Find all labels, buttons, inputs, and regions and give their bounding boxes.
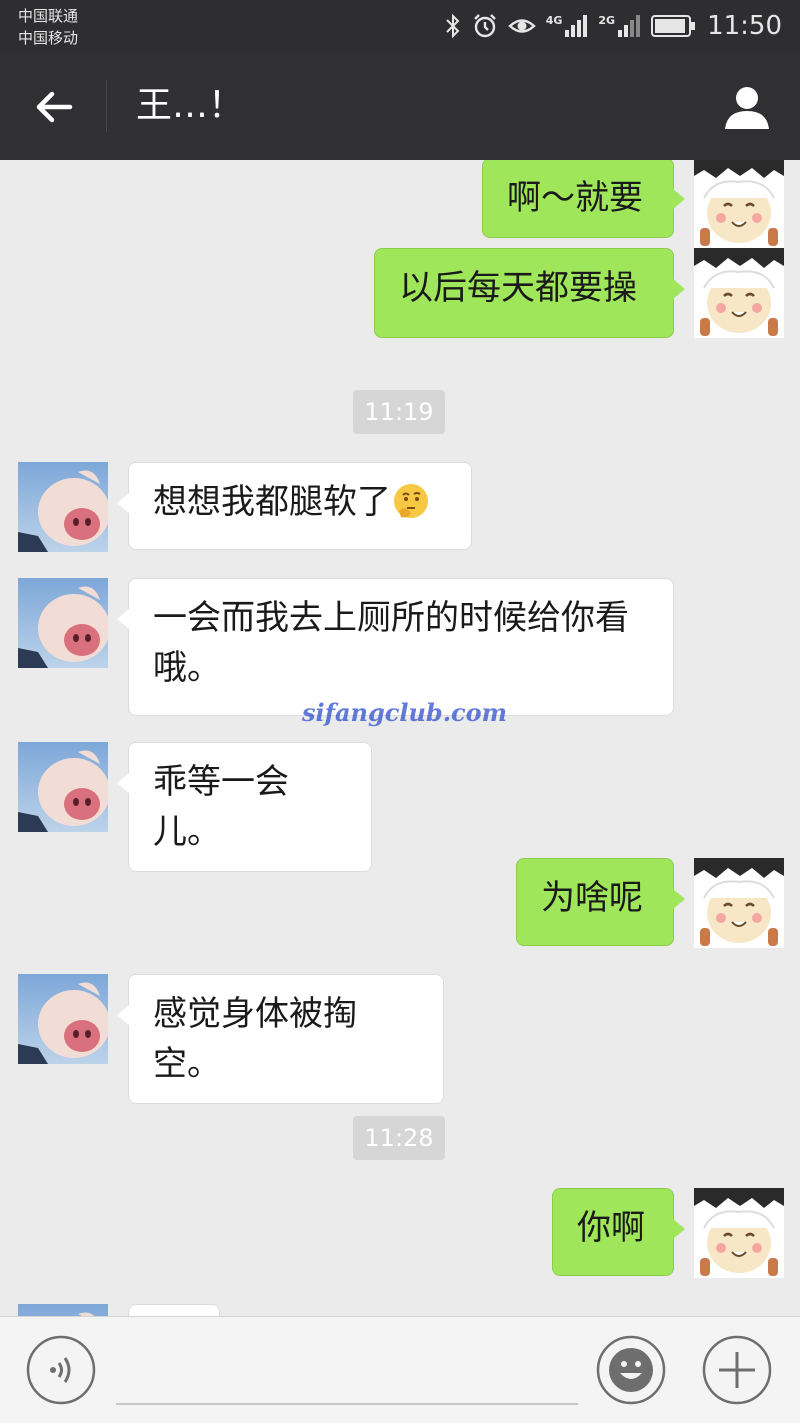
message-text: 啊～就要 — [507, 178, 643, 218]
clock-time: 11:50 — [707, 11, 782, 41]
message-text: 乖等一会儿。 — [153, 762, 289, 852]
message-input[interactable] — [116, 1337, 578, 1405]
network-1-label: 4G — [545, 14, 563, 27]
carrier-1-label: 中国联通 — [18, 7, 79, 25]
voice-icon — [26, 1335, 96, 1405]
emoji-button[interactable] — [596, 1335, 666, 1405]
pig-avatar[interactable] — [18, 742, 108, 832]
alarm-icon — [472, 13, 498, 39]
sheep-avatar[interactable] — [694, 248, 784, 338]
sheep-avatar[interactable] — [694, 858, 784, 948]
eye-icon — [507, 15, 536, 37]
header-divider — [106, 80, 107, 132]
emoji-icon — [596, 1335, 666, 1405]
sent-message-bubble[interactable]: 你啊 — [552, 1188, 685, 1276]
received-message-bubble[interactable] — [128, 1304, 220, 1316]
message-text: 你啊 — [577, 1208, 645, 1248]
back-button[interactable] — [30, 82, 80, 132]
received-message-bubble[interactable]: 感觉身体被掏空。 — [117, 974, 444, 1104]
watermark-text: sifangclub.com — [302, 698, 508, 727]
sent-message-bubble[interactable]: 啊～就要 — [482, 160, 685, 238]
message-text: 感觉身体被掏空。 — [153, 994, 357, 1084]
received-message-bubble[interactable]: 一会而我去上厕所的时候给你看哦。 — [117, 578, 674, 716]
carrier-info: 中国联通 中国移动 — [18, 5, 78, 49]
received-message-bubble[interactable]: 乖等一会儿。 — [117, 742, 372, 872]
timestamp-divider: 11:19 — [353, 390, 445, 434]
status-bar: 中国联通 中国移动 4G 2G 11:50 — [0, 0, 800, 52]
message-list[interactable]: 啊～就要以后每天都要操 11:19 想想我都腿软了一会而我去上厕所的时候给你看哦。乖… — [0, 160, 800, 1316]
message-text: 一会而我去上厕所的时候给你看哦。 — [153, 598, 629, 688]
battery-icon — [651, 14, 697, 38]
bluetooth-icon — [444, 12, 462, 40]
sheep-avatar[interactable] — [694, 1188, 784, 1278]
sheep-avatar[interactable] — [694, 160, 784, 248]
received-message-bubble[interactable]: 想想我都腿软了 — [117, 462, 472, 550]
person-icon — [725, 87, 769, 129]
plus-icon — [702, 1335, 772, 1405]
chat-title: 王…！ — [136, 85, 245, 126]
chat-header: 王…！ — [0, 52, 800, 160]
more-options-button[interactable] — [702, 1335, 772, 1405]
contact-profile-button[interactable] — [722, 82, 772, 132]
message-text: 为啥呢 — [541, 878, 643, 918]
status-icons: 4G 2G 11:50 — [444, 8, 782, 44]
thinking-emoji — [391, 482, 431, 522]
signal-2g-icon: 2G — [598, 14, 641, 38]
input-bar — [0, 1316, 800, 1423]
pig-avatar[interactable] — [18, 974, 108, 1064]
back-arrow-icon — [36, 91, 73, 123]
carrier-2-label: 中国移动 — [18, 29, 79, 47]
message-text: 以后每天都要操 — [399, 268, 637, 308]
timestamp-divider: 11:28 — [353, 1116, 445, 1160]
network-2-label: 2G — [598, 14, 616, 27]
pig-avatar[interactable] — [18, 462, 108, 552]
signal-4g-icon: 4G — [546, 14, 589, 38]
pig-avatar[interactable] — [18, 578, 108, 668]
pig-avatar[interactable] — [18, 1304, 108, 1316]
sent-message-bubble[interactable]: 以后每天都要操 — [374, 248, 685, 338]
message-text: 想想我都腿软了 — [153, 482, 391, 522]
voice-input-button[interactable] — [26, 1335, 96, 1405]
sent-message-bubble[interactable]: 为啥呢 — [516, 858, 685, 946]
